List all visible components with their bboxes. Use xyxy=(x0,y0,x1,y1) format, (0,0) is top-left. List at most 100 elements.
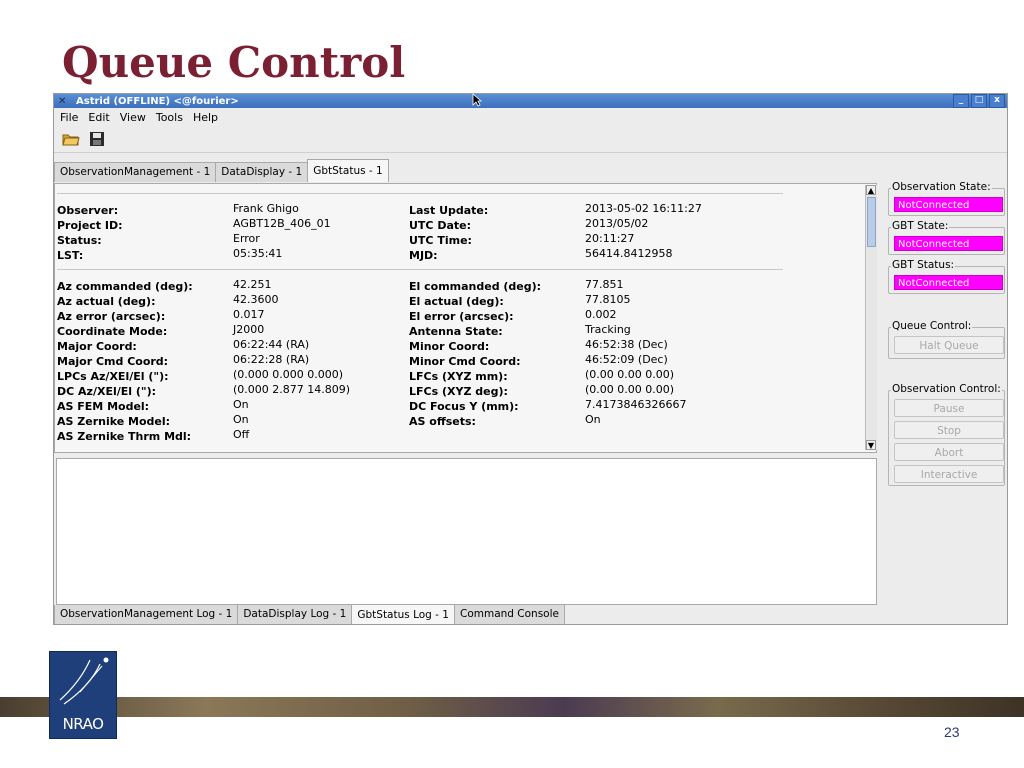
gbt-status-panel: Observer: Frank Ghigo Project ID: AGBT12… xyxy=(54,183,877,453)
scroll-down-icon[interactable]: ▼ xyxy=(866,440,876,450)
antenna-state-label: Antenna State: xyxy=(409,325,503,338)
gbt-status-group: GBT Status: NotConnected xyxy=(888,259,1005,294)
dc-focus-value: 7.4173846326667 xyxy=(585,398,687,411)
observation-state-title: Observation State: xyxy=(891,181,992,193)
as-zernike-model-label: AS Zernike Model: xyxy=(57,415,171,428)
az-commanded-value: 42.251 xyxy=(233,278,272,291)
status-label: Status: xyxy=(57,234,102,247)
antenna-state-value: Tracking xyxy=(585,323,631,336)
major-coord-value: 06:22:44 (RA) xyxy=(233,338,310,351)
az-error-value: 0.017 xyxy=(233,308,265,321)
halt-queue-button[interactable]: Halt Queue xyxy=(894,336,1004,354)
observation-control-title: Observation Control: xyxy=(891,383,1002,395)
save-icon[interactable] xyxy=(88,131,106,147)
log-tabs: ObservationManagement Log - 1 DataDispla… xyxy=(54,605,565,624)
minor-coord-value: 46:52:38 (Dec) xyxy=(585,338,668,351)
menu-tools[interactable]: Tools xyxy=(156,111,183,124)
tab-observation-management[interactable]: ObservationManagement - 1 xyxy=(54,162,217,182)
page-number: 23 xyxy=(944,724,960,740)
toolbar xyxy=(54,126,1007,153)
app-x-icon: ✕ xyxy=(58,95,67,107)
mjd-value: 56414.8412958 xyxy=(585,247,673,260)
separator xyxy=(57,269,783,270)
pause-button[interactable]: Pause xyxy=(894,399,1004,417)
utc-time-value: 20:11:27 xyxy=(585,232,635,245)
gbt-state-value: NotConnected xyxy=(894,236,1003,251)
status-scrollbar[interactable]: ▲ ▼ xyxy=(865,185,877,450)
minor-coord-label: Minor Coord: xyxy=(409,340,490,353)
as-fem-model-label: AS FEM Model: xyxy=(57,400,150,413)
major-cmd-coord-label: Major Cmd Coord: xyxy=(57,355,169,368)
tab-observation-management-log[interactable]: ObservationManagement Log - 1 xyxy=(54,605,239,624)
observation-control-group: Observation Control: Pause Stop Abort In… xyxy=(888,383,1005,486)
minimize-button[interactable]: _ xyxy=(953,94,969,108)
last-update-label: Last Update: xyxy=(409,204,489,217)
lfcs-deg-label: LFCs (XYZ deg): xyxy=(409,385,508,398)
status-value: Error xyxy=(233,232,260,245)
az-actual-label: Az actual (deg): xyxy=(57,295,156,308)
tab-gbt-status[interactable]: GbtStatus - 1 xyxy=(307,159,389,182)
lpcs-label: LPCs Az/XEl/El ("): xyxy=(57,370,169,383)
minor-cmd-coord-value: 46:52:09 (Dec) xyxy=(585,353,668,366)
abort-button[interactable]: Abort xyxy=(894,443,1004,461)
el-error-label: El error (arcsec): xyxy=(409,310,514,323)
dish-icon xyxy=(59,657,109,705)
el-commanded-value: 77.851 xyxy=(585,278,624,291)
az-error-label: Az error (arcsec): xyxy=(57,310,166,323)
lst-label: LST: xyxy=(57,249,84,262)
major-coord-label: Major Coord: xyxy=(57,340,137,353)
maximize-button[interactable]: □ xyxy=(971,94,987,108)
el-actual-label: El actual (deg): xyxy=(409,295,504,308)
open-folder-icon[interactable] xyxy=(62,131,80,147)
major-cmd-coord-value: 06:22:28 (RA) xyxy=(233,353,310,366)
astrid-window: ✕ Astrid (OFFLINE) <@fourier> _ □ x File… xyxy=(53,93,1008,625)
footer-banner xyxy=(0,697,1024,717)
observer-value: Frank Ghigo xyxy=(233,202,299,215)
tab-data-display-log[interactable]: DataDisplay Log - 1 xyxy=(237,605,353,624)
el-actual-value: 77.8105 xyxy=(585,293,631,306)
stop-button[interactable]: Stop xyxy=(894,421,1004,439)
log-text-area[interactable] xyxy=(56,458,877,605)
observer-label: Observer: xyxy=(57,204,119,217)
logo-text: NRAO xyxy=(62,715,104,733)
lpcs-value: (0.000 0.000 0.000) xyxy=(233,368,344,381)
queue-control-title: Queue Control: xyxy=(891,320,973,332)
gbt-state-title: GBT State: xyxy=(891,220,950,232)
window-title: Astrid (OFFLINE) <@fourier> xyxy=(76,95,239,107)
utc-date-value: 2013/05/02 xyxy=(585,217,649,230)
interactive-button[interactable]: Interactive xyxy=(894,465,1004,483)
as-zernike-thrm-label: AS Zernike Thrm Mdl: xyxy=(57,430,192,443)
menu-view[interactable]: View xyxy=(120,111,146,124)
menubar: File Edit View Tools Help xyxy=(54,108,1007,126)
el-commanded-label: El commanded (deg): xyxy=(409,280,542,293)
as-fem-model-value: On xyxy=(233,398,249,411)
separator xyxy=(57,193,783,194)
az-commanded-label: Az commanded (deg): xyxy=(57,280,193,293)
scroll-up-icon[interactable]: ▲ xyxy=(866,185,876,195)
el-error-value: 0.002 xyxy=(585,308,617,321)
utc-date-label: UTC Date: xyxy=(409,219,472,232)
project-id-label: Project ID: xyxy=(57,219,123,232)
observation-state-group: Observation State: NotConnected xyxy=(888,181,1005,216)
gbt-status-value: NotConnected xyxy=(894,275,1003,290)
tab-command-console[interactable]: Command Console xyxy=(453,605,565,624)
menu-help[interactable]: Help xyxy=(193,111,218,124)
coordinate-mode-value: J2000 xyxy=(233,323,265,336)
lfcs-deg-value: (0.00 0.00 0.00) xyxy=(585,383,675,396)
tab-data-display[interactable]: DataDisplay - 1 xyxy=(215,162,309,182)
scrollbar-thumb[interactable] xyxy=(867,197,876,247)
az-actual-value: 42.3600 xyxy=(233,293,279,306)
gbt-state-group: GBT State: NotConnected xyxy=(888,220,1005,255)
as-zernike-model-value: On xyxy=(233,413,249,426)
nrao-logo: NRAO xyxy=(49,651,117,739)
queue-control-group: Queue Control: Halt Queue xyxy=(888,320,1005,359)
window-titlebar[interactable]: ✕ Astrid (OFFLINE) <@fourier> _ □ x xyxy=(54,94,1007,108)
mouse-cursor-icon xyxy=(472,93,482,107)
menu-edit[interactable]: Edit xyxy=(88,111,109,124)
observation-state-value: NotConnected xyxy=(894,197,1003,212)
dc-az-label: DC Az/XEl/El ("): xyxy=(57,385,157,398)
mjd-label: MJD: xyxy=(409,249,438,262)
close-button[interactable]: x xyxy=(989,94,1005,108)
tab-gbt-status-log[interactable]: GbtStatus Log - 1 xyxy=(351,605,455,624)
menu-file[interactable]: File xyxy=(60,111,78,124)
